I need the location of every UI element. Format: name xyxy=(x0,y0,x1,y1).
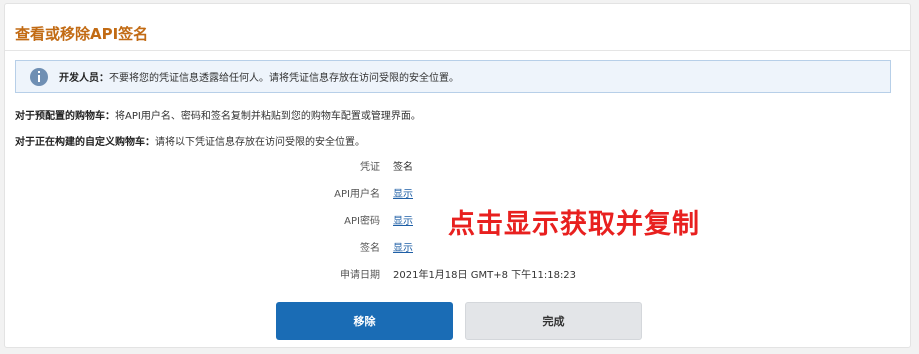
custom-cart-instruction: 对于正在构建的自定义购物车：请将以下凭证信息存放在访问受限的安全位置。 xyxy=(15,133,365,148)
developer-notice: 开发人员：不要将您的凭证信息透露给任何人。请将凭证信息存放在访问受限的安全位置。 xyxy=(15,60,891,93)
show-password-link[interactable]: 显示 xyxy=(393,212,413,227)
info-icon xyxy=(30,67,48,86)
request-date-value: 2021年1月18日 GMT+8 下午11:18:23 xyxy=(393,270,577,281)
done-button[interactable]: 完成 xyxy=(465,302,642,340)
show-username-link[interactable]: 显示 xyxy=(393,185,413,200)
credential-label: 凭证 xyxy=(360,162,380,173)
request-date-label: 申请日期 xyxy=(340,270,380,281)
title-divider xyxy=(5,50,910,51)
credential-value: 签名 xyxy=(393,162,413,173)
api-username-row: API用户名 显示 xyxy=(5,185,910,201)
request-date-row: 申请日期 2021年1月18日 GMT+8 下午11:18:23 xyxy=(5,266,910,282)
api-password-label: API密码 xyxy=(344,216,380,227)
remove-button[interactable]: 移除 xyxy=(276,302,453,340)
instruction-label: 对于正在构建的自定义购物车： xyxy=(15,137,155,148)
instruction-text: 将API用户名、密码和签名复制并粘贴到您的购物车配置或管理界面。 xyxy=(115,111,421,122)
notice-message: 不要将您的凭证信息透露给任何人。请将凭证信息存放在访问受限的安全位置。 xyxy=(109,73,459,84)
red-annotation-text: 点击显示获取并复制 xyxy=(448,209,700,240)
signature-row: 签名 显示 xyxy=(5,239,910,255)
page-title: 查看或移除API签名 xyxy=(15,25,149,43)
signature-label: 签名 xyxy=(360,243,380,254)
notice-text: 开发人员：不要将您的凭证信息透露给任何人。请将凭证信息存放在访问受限的安全位置。 xyxy=(59,69,459,84)
api-username-label: API用户名 xyxy=(334,189,380,200)
show-signature-link[interactable]: 显示 xyxy=(393,239,413,254)
preconfigured-cart-instruction: 对于预配置的购物车：将API用户名、密码和签名复制并粘贴到您的购物车配置或管理界… xyxy=(15,107,421,122)
credential-header-row: 凭证 签名 xyxy=(5,158,910,174)
instruction-text: 请将以下凭证信息存放在访问受限的安全位置。 xyxy=(155,137,365,148)
api-signature-card: 查看或移除API签名 开发人员：不要将您的凭证信息透露给任何人。请将凭证信息存放… xyxy=(4,3,911,348)
notice-label: 开发人员： xyxy=(59,73,109,84)
instruction-label: 对于预配置的购物车： xyxy=(15,111,115,122)
